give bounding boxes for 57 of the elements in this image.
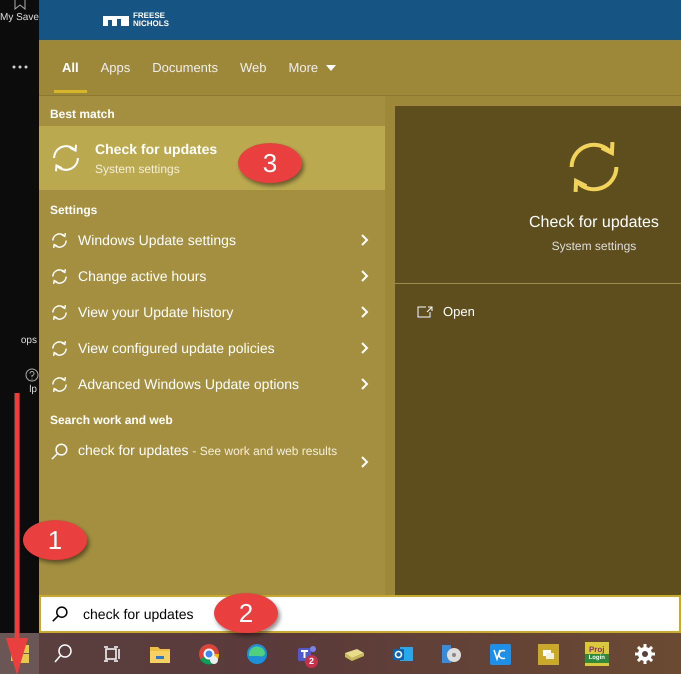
- settings-item[interactable]: Advanced Windows Update options: [39, 366, 385, 402]
- preview-title: Check for updates: [529, 212, 659, 232]
- help-icon[interactable]: [25, 368, 39, 382]
- sidebar-label[interactable]: lp: [29, 382, 39, 397]
- logo-text: FREESE NICHOLS: [133, 12, 169, 28]
- sync-icon: [50, 374, 69, 394]
- open-icon: [417, 306, 433, 318]
- search-icon: [50, 442, 69, 461]
- browser-icon: [246, 642, 268, 664]
- chevron-icon: [361, 342, 369, 354]
- section-heading: Settings: [49, 202, 98, 219]
- tab[interactable]: All: [51, 40, 90, 96]
- section-heading: Best match: [49, 106, 116, 123]
- tab[interactable]: Documents: [141, 40, 230, 96]
- chevron-icon: [361, 306, 369, 318]
- sync-icon: [50, 338, 69, 358]
- taskbar-button[interactable]: 2: [282, 633, 330, 674]
- more-icon[interactable]: [12, 65, 28, 69]
- app-icon: [537, 642, 560, 664]
- chevron-icon: [361, 378, 369, 390]
- tab[interactable]: Web: [229, 40, 278, 96]
- search-icon: [52, 642, 74, 664]
- bookmark-icon: [14, 0, 26, 10]
- chevron-icon: [361, 234, 369, 246]
- section-heading: Search work and web: [49, 412, 174, 429]
- web-result-text: check for updates - See work and web results: [78, 441, 338, 460]
- notification-badge: 2: [305, 655, 318, 668]
- vnc-icon: [488, 642, 511, 664]
- item-label: View your Update history: [78, 302, 234, 322]
- sync-icon: [50, 266, 69, 286]
- item-label: Change active hours: [78, 266, 208, 286]
- settings-item[interactable]: View configured update policies: [39, 330, 385, 366]
- settings-icon: [634, 642, 656, 664]
- settings-item[interactable]: Change active hours: [39, 258, 385, 294]
- sidebar-label[interactable]: My Save: [0, 10, 39, 25]
- more-dropdown[interactable]: More: [278, 40, 348, 96]
- chevron-icon: [361, 270, 369, 282]
- result-title: Check for updates: [95, 140, 218, 159]
- sync-icon: [50, 230, 69, 250]
- item-label: View configured update policies: [78, 338, 276, 358]
- chevron-icon: [361, 456, 369, 468]
- settings-item[interactable]: Windows Update settings: [39, 222, 385, 258]
- web-result-item[interactable]: check for updates - See work and web results: [39, 432, 385, 468]
- tab[interactable]: Apps: [90, 40, 142, 96]
- sidebar-label[interactable]: ops: [20, 333, 39, 348]
- search-icon: [51, 605, 69, 623]
- disc-icon: [440, 642, 462, 664]
- browser-icon: [198, 642, 220, 664]
- open-action[interactable]: Open: [395, 284, 681, 340]
- sync-icon: [50, 302, 69, 322]
- result-subtitle: System settings: [95, 160, 181, 178]
- item-label: Windows Update settings: [78, 230, 237, 250]
- item-label: Advanced Windows Update options: [78, 374, 300, 394]
- logo-icon: [103, 14, 129, 26]
- caret-icon: [326, 64, 336, 70]
- preview-subtitle: System settings: [552, 238, 636, 254]
- settings-item[interactable]: View your Update history: [39, 294, 385, 330]
